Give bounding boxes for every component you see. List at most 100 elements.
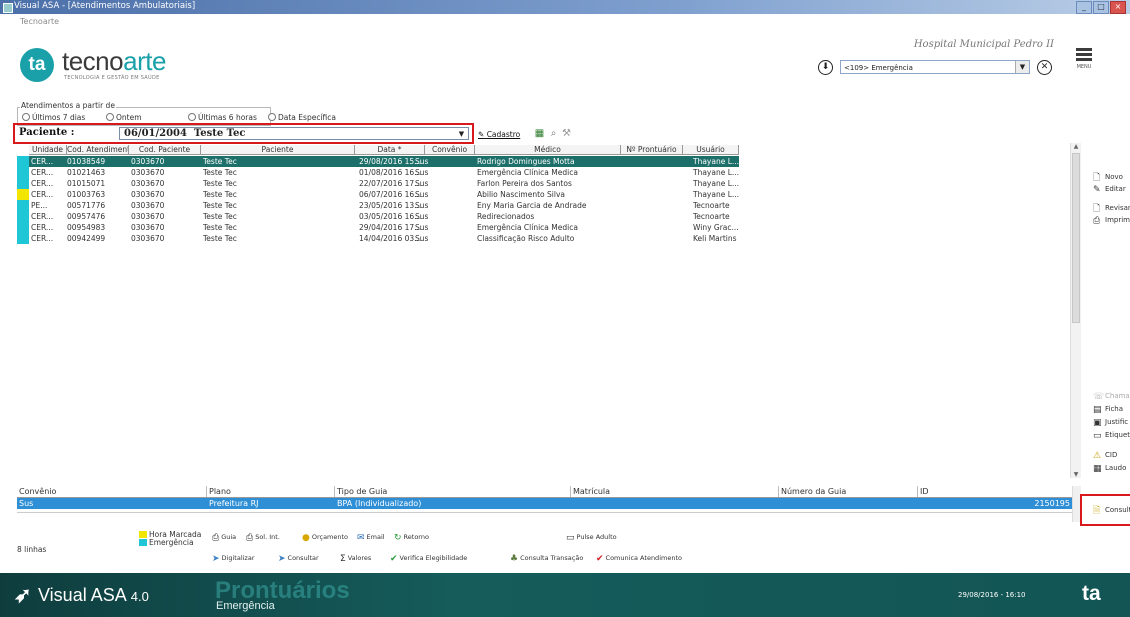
- radio-specific-date[interactable]: Data Específica: [268, 113, 336, 122]
- current-datetime: 29/08/2016 - 16:10: [958, 591, 1026, 599]
- email-icon: ✉: [357, 533, 365, 543]
- table-cell-cod-at: 01021463: [67, 168, 106, 177]
- scroll-down-icon[interactable]: ▼: [1071, 471, 1081, 478]
- action-revisar[interactable]: 🗋 Revisar: [1093, 204, 1130, 214]
- table-cell-cod-pac: 0303670: [131, 190, 165, 199]
- action-etiqueta[interactable]: ▭Etiqueta: [1093, 431, 1130, 441]
- table-row[interactable]: CER... 01021463 0303670 Teste Tec 01/08/2016…: [17, 167, 739, 178]
- table-cell-convenio: Sus: [415, 190, 429, 199]
- action-justificativa[interactable]: ▣ Justific: [1093, 418, 1128, 428]
- row-type-flag: [17, 200, 29, 211]
- table-row[interactable]: CER... 01015071 0303670 Teste Tec 22/07/2016…: [17, 178, 739, 189]
- unit-down-arrow-icon[interactable]: ⬇: [818, 60, 833, 75]
- col-guide-matricula[interactable]: Matrícula: [571, 486, 779, 497]
- guide-tipo: BPA (Individualizado): [337, 499, 422, 508]
- col-cod-atendimento[interactable]: Cod. Atendimento: [67, 145, 129, 155]
- scroll-up-icon[interactable]: ▲: [1071, 143, 1081, 150]
- unit-select[interactable]: <109> Emergência ▼: [840, 60, 1030, 74]
- radio-last-6-hours[interactable]: Últimas 6 horas: [188, 113, 257, 122]
- action-novo[interactable]: 🗋 Novo: [1093, 173, 1123, 183]
- grid-icon[interactable]: ▦: [534, 128, 545, 139]
- table-cell-cod-pac: 0303670: [131, 234, 165, 243]
- col-cod-paciente[interactable]: Cod. Paciente: [129, 145, 201, 155]
- col-convenio[interactable]: Convênio: [425, 145, 475, 155]
- search-doc-icon: 🗎: [1093, 506, 1101, 516]
- col-medico[interactable]: Médico: [475, 145, 621, 155]
- magnifier-icon[interactable]: ⌕: [548, 128, 559, 139]
- check-icon: ✔: [390, 554, 398, 564]
- table-cell-medico: Farlon Pereira dos Santos: [477, 179, 572, 188]
- scroll-thumb[interactable]: [1072, 153, 1080, 323]
- action-cid[interactable]: ⚠ CID: [1093, 451, 1117, 461]
- row-type-flag: [17, 189, 29, 200]
- table-cell-unidade: CER...: [31, 223, 54, 232]
- maximize-icon[interactable]: □: [1093, 1, 1109, 14]
- action-consulta[interactable]: 🗎Consulta: [1093, 506, 1130, 516]
- edit-icon: ✎: [478, 130, 485, 139]
- unit-clear-icon[interactable]: ✕: [1037, 60, 1052, 75]
- table-cell-unidade: CER...: [31, 190, 54, 199]
- action-imprimir[interactable]: ⎙Imprimir: [1093, 216, 1130, 226]
- row-type-flag: [17, 211, 29, 222]
- table-row[interactable]: PE... 00571776 0303670 Teste Tec 23/05/2016 …: [17, 200, 739, 211]
- col-guide-id[interactable]: ID: [918, 486, 1072, 497]
- warning-icon: ⚠: [1093, 451, 1102, 461]
- valores-button[interactable]: Σ Valores: [340, 554, 371, 564]
- unit-select-value: <109> Emergência: [844, 64, 913, 72]
- consulta-transacao-button[interactable]: ♣ Consulta Transação: [510, 554, 583, 564]
- table-cell-cod-pac: 0303670: [131, 179, 165, 188]
- table-row[interactable]: CER... 00942499 0303670 Teste Tec 14/04/2016…: [17, 233, 739, 244]
- retorno-button[interactable]: ↻ Retorno: [394, 533, 429, 543]
- action-editar[interactable]: ✎ Editar: [1093, 185, 1126, 195]
- col-guide-convenio[interactable]: Convênio: [17, 486, 207, 497]
- close-icon[interactable]: ×: [1110, 1, 1126, 14]
- col-paciente[interactable]: Paciente: [201, 145, 355, 155]
- col-unidade[interactable]: Unidade: [29, 145, 67, 155]
- grid-scrollbar[interactable]: ▲ ▼: [1070, 143, 1081, 478]
- company-name: Tecnoarte: [20, 17, 60, 26]
- radio-last-7-days[interactable]: Últimos 7 dias: [22, 113, 85, 122]
- cadastro-button[interactable]: ✎ Cadastro: [478, 130, 520, 139]
- action-chamar[interactable]: ☏Chamar: [1093, 392, 1130, 402]
- patient-value: 06/01/2004 Teste Tec: [124, 128, 246, 139]
- patient-combo[interactable]: 06/01/2004 Teste Tec ▼: [119, 127, 469, 140]
- guia-button[interactable]: ⎙ Guia: [212, 533, 236, 543]
- table-row[interactable]: CER... 01038549 0303670 Teste Tec 29/08/2016…: [17, 156, 739, 167]
- col-data[interactable]: Data *: [355, 145, 425, 155]
- sol-int-button[interactable]: ⎙ Sol. Int.: [246, 533, 280, 543]
- chevron-down-icon[interactable]: ▼: [1015, 61, 1029, 73]
- pulse-adulto-button[interactable]: ▭ Pulse Adulto: [566, 533, 617, 543]
- digitalizar-button[interactable]: ➤ Digitalizar: [212, 554, 255, 564]
- col-prontuario[interactable]: Nº Prontuário: [621, 145, 683, 155]
- chevron-down-icon[interactable]: ▼: [456, 128, 467, 139]
- printer-icon: ⎙: [212, 533, 220, 543]
- tools-icon[interactable]: ⚒: [561, 128, 572, 139]
- menu-button[interactable]: MENU: [1070, 46, 1098, 76]
- table-row[interactable]: CER... 00957476 0303670 Teste Tec 03/05/2016…: [17, 211, 739, 222]
- ta-logo-icon: ta: [1082, 582, 1101, 605]
- table-row[interactable]: CER... 00954983 0303670 Teste Tec 29/04/2016…: [17, 222, 739, 233]
- orcamento-button[interactable]: ● Orçamento: [302, 533, 348, 543]
- table-cell-cod-at: 01015071: [67, 179, 106, 188]
- col-usuario[interactable]: Usuário: [683, 145, 739, 155]
- legend-swatch: [139, 531, 147, 538]
- call-icon: ☏: [1093, 392, 1105, 402]
- col-guide-tipo[interactable]: Tipo de Guia: [335, 486, 571, 497]
- filter-legend: Atendimentos a partir de: [20, 101, 116, 110]
- col-guide-numero[interactable]: Número da Guia: [779, 486, 918, 497]
- guide-row[interactable]: Sus Prefeitura RJ BPA (Individualizado) …: [17, 498, 1072, 509]
- table-row[interactable]: CER... 01003763 0303670 Teste Tec 06/07/2016…: [17, 189, 739, 200]
- table-cell-cod-at: 00957476: [67, 212, 106, 221]
- verifica-elegibilidade-button[interactable]: ✔ Verifica Elegibilidade: [390, 554, 467, 564]
- radio-yesterday[interactable]: Ontem: [106, 113, 142, 122]
- email-button[interactable]: ✉ Email: [357, 533, 385, 543]
- action-laudo[interactable]: ▦ Laudo: [1093, 464, 1126, 474]
- consultar-button[interactable]: ➤ Consultar: [278, 554, 319, 564]
- col-guide-plano[interactable]: Plano: [207, 486, 335, 497]
- tecnoarte-logo-text: tecnoarte: [62, 46, 166, 77]
- comunica-atendimento-button[interactable]: ✔ Comunica Atendimento: [596, 554, 682, 564]
- minimize-icon[interactable]: _: [1076, 1, 1092, 14]
- table-cell-medico: Eny Maria Garcia de Andrade: [477, 201, 587, 210]
- action-ficha[interactable]: ▤ Ficha: [1093, 405, 1123, 415]
- table-cell-paciente: Teste Tec: [203, 223, 237, 232]
